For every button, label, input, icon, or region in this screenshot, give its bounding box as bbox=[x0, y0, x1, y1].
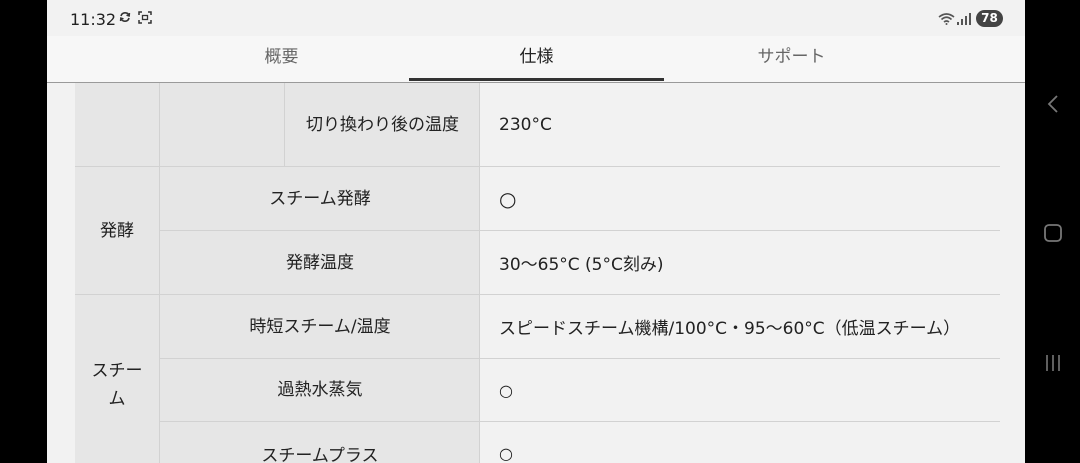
tab-overview[interactable]: 概要 bbox=[154, 36, 409, 82]
battery-indicator: 78 bbox=[976, 10, 1003, 27]
home-icon[interactable] bbox=[1044, 224, 1062, 242]
spec-label: 切り換わり後の温度 bbox=[285, 83, 480, 167]
signal-icon bbox=[957, 13, 971, 25]
category-fermentation: 発酵 bbox=[75, 167, 160, 295]
tab-bar: 概要 仕様 サポート bbox=[47, 36, 1025, 83]
subcategory-cell-empty bbox=[160, 83, 285, 167]
tab-specs[interactable]: 仕様 bbox=[409, 36, 664, 82]
spec-value: 30～65°C (5°C刻み) bbox=[480, 231, 1000, 295]
screenshot-icon bbox=[138, 11, 152, 24]
wifi-icon bbox=[938, 13, 955, 25]
spec-label: 発酵温度 bbox=[160, 231, 480, 295]
spec-label: スチーム発酵 bbox=[160, 167, 480, 231]
sync-icon bbox=[119, 12, 131, 22]
status-time: 11:32 bbox=[70, 10, 117, 29]
spec-value: ○ bbox=[480, 167, 1000, 231]
app-screen: 11:32 78 概要 仕様 サポート 切り換わり後の温度 230°C 発酵 ス… bbox=[47, 0, 1025, 463]
category-steam: スチーム bbox=[75, 295, 160, 463]
spec-label: スチームプラス bbox=[160, 422, 480, 463]
spec-table: 切り換わり後の温度 230°C 発酵 スチーム発酵 ○ 発酵温度 30～65°C… bbox=[47, 83, 1025, 463]
category-cell-empty bbox=[75, 83, 160, 167]
spec-value: スピードスチーム機構/100°C・95～60°C（低温スチーム） bbox=[480, 295, 1000, 359]
recents-icon[interactable] bbox=[1045, 354, 1061, 372]
tab-support[interactable]: サポート bbox=[664, 36, 919, 82]
spec-value: ○ bbox=[480, 422, 1000, 463]
spec-label: 過熱水蒸気 bbox=[160, 359, 480, 422]
status-bar: 11:32 78 bbox=[47, 0, 1025, 36]
spec-value: ○ bbox=[480, 359, 1000, 422]
spec-label: 時短スチーム/温度 bbox=[160, 295, 480, 359]
spec-value: 230°C bbox=[480, 83, 1000, 167]
column-divider bbox=[479, 83, 480, 463]
back-icon[interactable] bbox=[1046, 94, 1060, 114]
tab-indicator bbox=[409, 78, 664, 81]
